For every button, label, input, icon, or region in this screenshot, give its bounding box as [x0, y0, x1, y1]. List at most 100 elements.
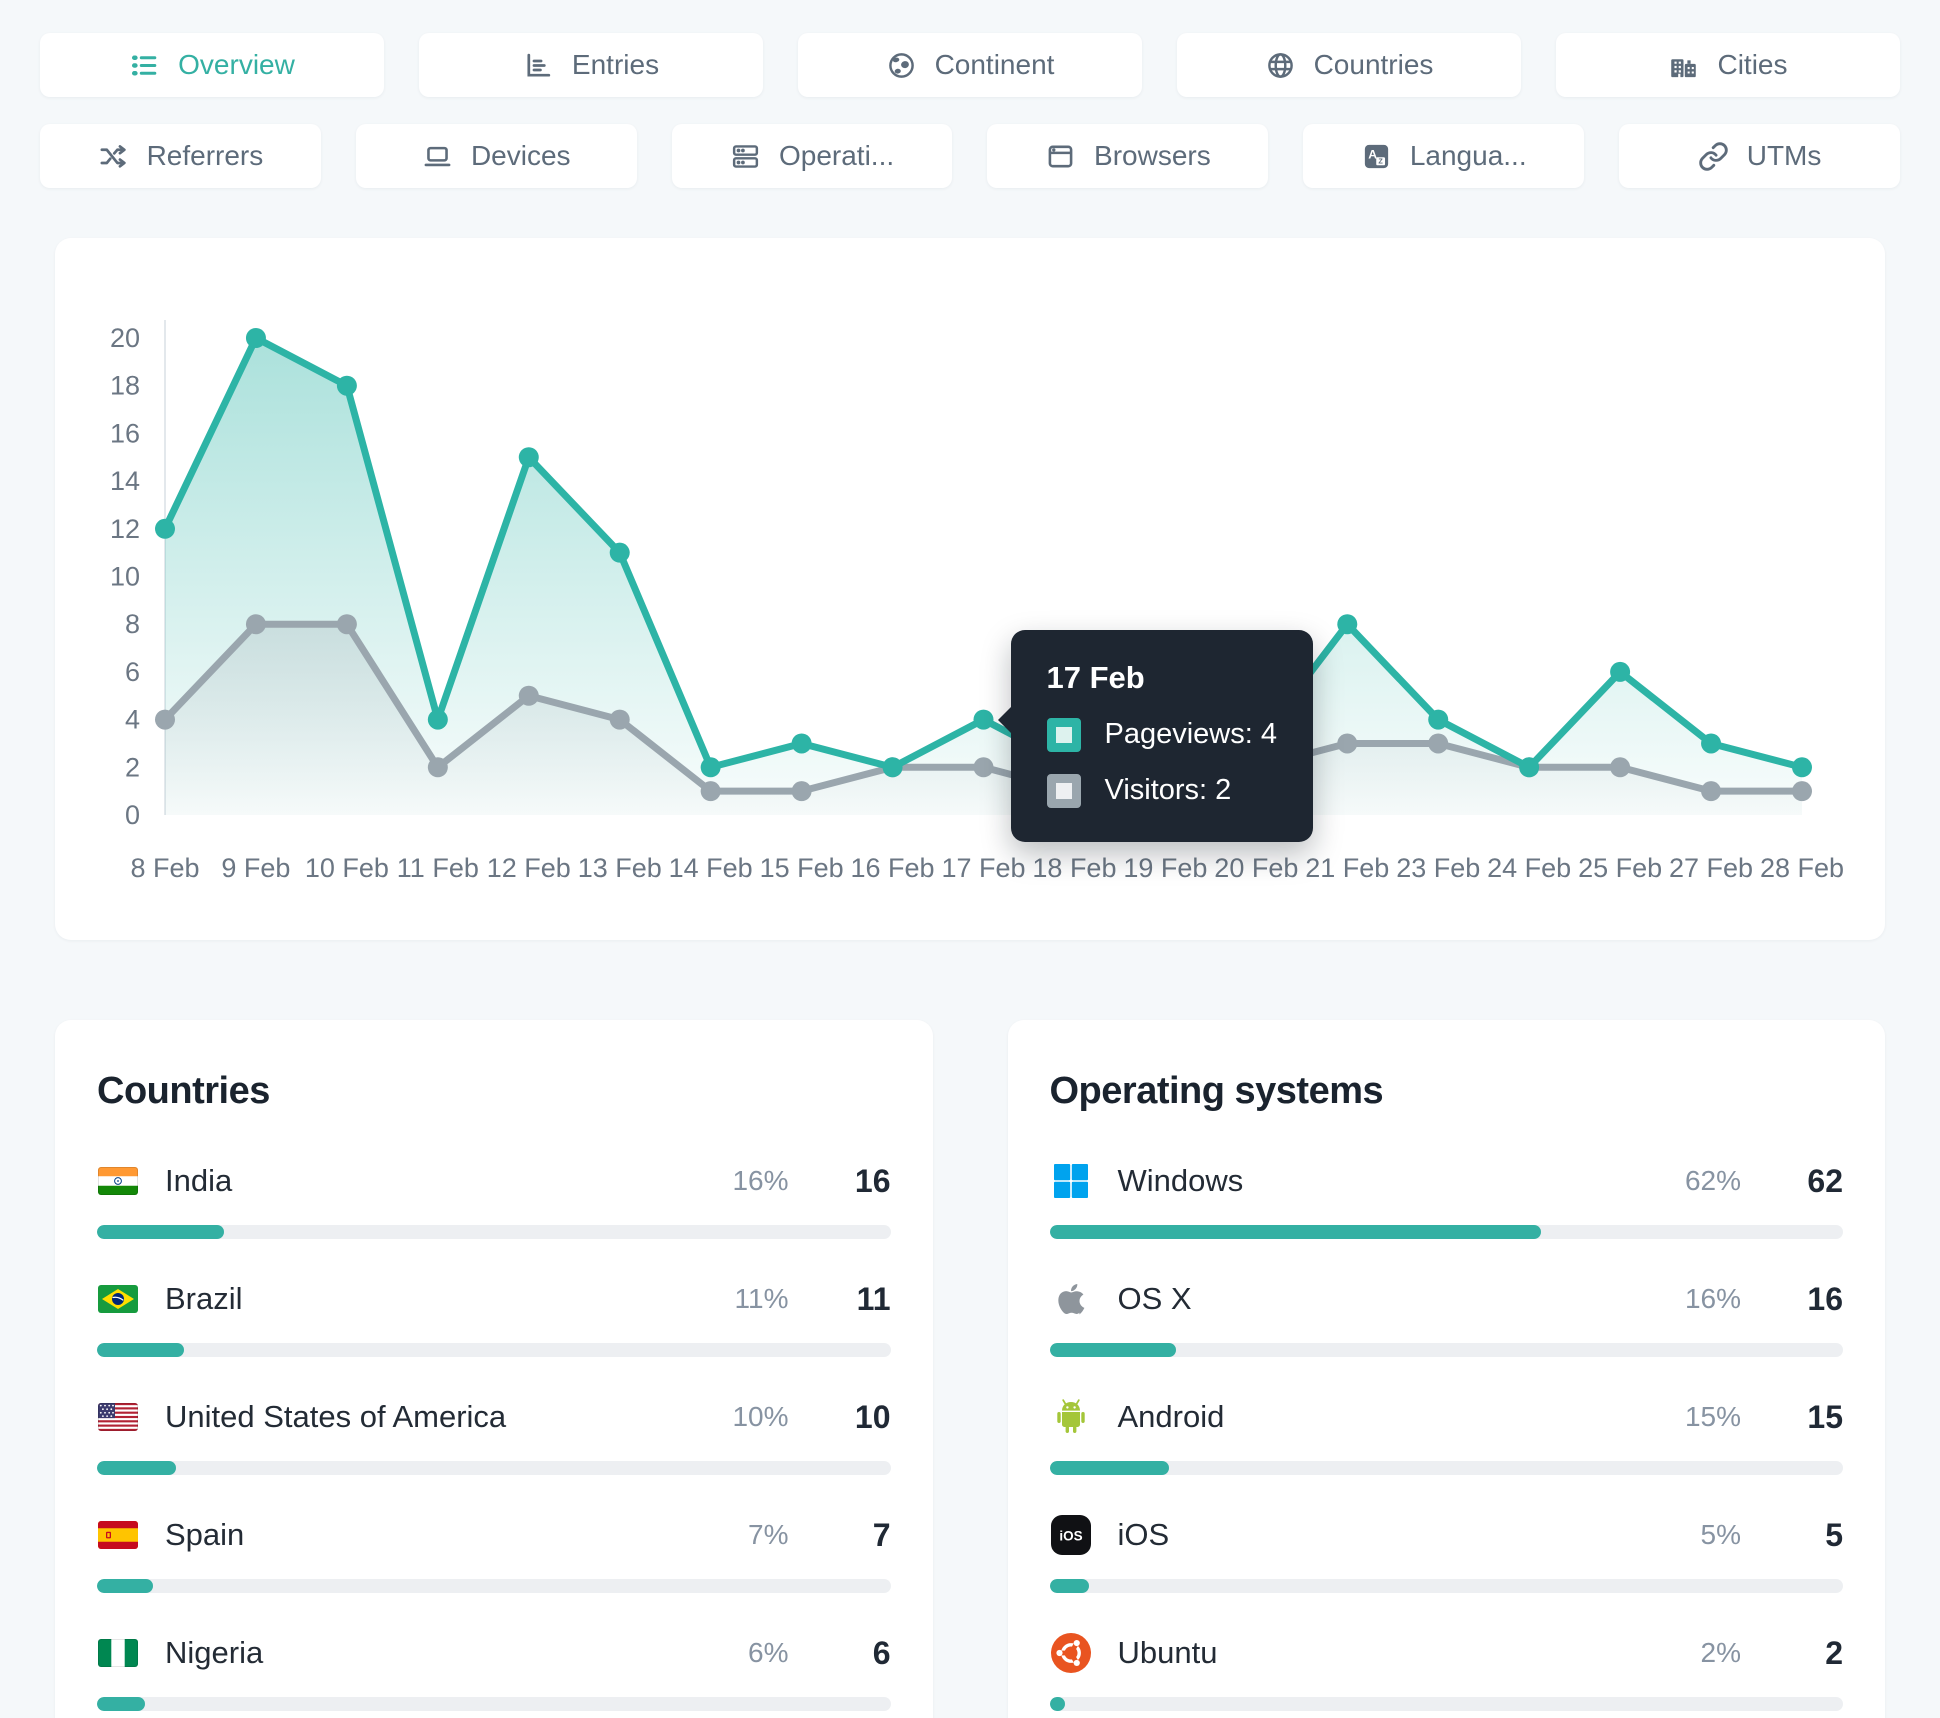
point-pageviews-27-feb[interactable]: [1701, 733, 1722, 754]
list-item-spain[interactable]: Spain 7% 7: [97, 1513, 891, 1593]
list-item-united-states-of-america[interactable]: United States of America 10% 10: [97, 1395, 891, 1475]
bar-chart-icon: [523, 50, 554, 81]
tab-label: UTMs: [1746, 140, 1822, 171]
analytics-dashboard: Overview Entries Continent Countries Cities …: [0, 0, 1940, 1718]
tab-referrers[interactable]: Referrers: [40, 124, 321, 188]
item-percent: 15%: [1684, 1401, 1741, 1432]
point-visitors-11-feb[interactable]: [427, 757, 448, 778]
y-axis-tick: 20: [110, 323, 140, 353]
point-visitors-21-feb[interactable]: [1337, 733, 1358, 754]
x-axis-tick: 27 Feb: [1669, 853, 1753, 883]
point-visitors-8-feb[interactable]: [155, 709, 175, 730]
point-pageviews-12-feb[interactable]: [518, 447, 539, 468]
point-visitors-27-feb[interactable]: [1701, 781, 1722, 802]
point-visitors-25-feb[interactable]: [1610, 757, 1631, 778]
panel-title: Countries: [97, 1070, 270, 1112]
x-axis-tick: 8 Feb: [130, 853, 199, 883]
point-visitors-28-feb[interactable]: [1792, 781, 1812, 802]
point-visitors-9-feb[interactable]: [245, 614, 266, 635]
list-item-nigeria[interactable]: Nigeria 6% 6: [97, 1631, 891, 1711]
list-item-os-x[interactable]: OS X 16% 16: [1049, 1277, 1843, 1357]
tab-browsers[interactable]: Browsers: [987, 124, 1269, 188]
item-label: OS X: [1117, 1281, 1192, 1316]
tab-devices[interactable]: Devices: [355, 124, 637, 188]
tab-utms[interactable]: UTMs: [1619, 124, 1900, 188]
tab-cities[interactable]: Cities: [1556, 33, 1900, 97]
x-axis-tick: 12 Feb: [487, 853, 571, 883]
point-pageviews-10-feb[interactable]: [336, 375, 357, 396]
svg-text:Z: Z: [1378, 156, 1383, 165]
x-axis-tick: 16 Feb: [851, 853, 935, 883]
point-pageviews-17-feb[interactable]: [973, 709, 994, 730]
continent-icon: [886, 50, 917, 81]
x-axis-tick: 18 Feb: [1032, 853, 1116, 883]
tab-label: Devices: [470, 140, 571, 171]
point-pageviews-9-feb[interactable]: [245, 328, 266, 348]
flag-spain: [97, 1514, 139, 1556]
server-icon: [730, 141, 761, 172]
point-visitors-17-feb[interactable]: [973, 757, 994, 778]
list-icon: [129, 50, 160, 81]
panel-title: Operating systems: [1049, 1070, 1384, 1112]
tab-countries[interactable]: Countries: [1177, 33, 1521, 97]
tab-label: Browsers: [1094, 140, 1211, 171]
translate-icon: AZ: [1361, 141, 1392, 172]
list-item-windows[interactable]: Windows 62% 62: [1049, 1159, 1843, 1239]
item-value: 11: [856, 1280, 891, 1317]
windows-icon: [1050, 1160, 1092, 1202]
progress-track: [1049, 1697, 1843, 1711]
y-axis-tick: 16: [110, 418, 140, 448]
chart-plot[interactable]: 0 2 4 6 8 10 12 14 16 18 20 8 Feb 9 Feb 10 Feb 11 Feb 1…: [90, 280, 1850, 930]
progress-track: [1049, 1461, 1843, 1475]
progress-track: [1049, 1225, 1843, 1239]
list-item-android[interactable]: Android 15% 15: [1049, 1395, 1843, 1475]
tab-label: Cities: [1717, 49, 1788, 80]
list-item-brazil[interactable]: Brazil 11% 11: [97, 1277, 891, 1357]
item-percent: 62%: [1684, 1165, 1741, 1196]
point-pageviews-13-feb[interactable]: [609, 542, 630, 563]
list-item-ubuntu[interactable]: Ubuntu 2% 2: [1049, 1631, 1843, 1711]
point-pageviews-11-feb[interactable]: [427, 709, 448, 730]
tab-overview[interactable]: Overview: [40, 33, 384, 97]
point-visitors-15-feb[interactable]: [791, 781, 812, 802]
point-pageviews-23-feb[interactable]: [1428, 709, 1449, 730]
point-visitors-14-feb[interactable]: [700, 781, 721, 802]
tooltip-row-text: Visitors: 2: [1104, 774, 1232, 807]
progress-fill: [1049, 1225, 1542, 1239]
progress-fill: [97, 1579, 153, 1593]
list-item-india[interactable]: India 16% 16: [97, 1159, 891, 1239]
point-visitors-10-feb[interactable]: [336, 614, 357, 635]
link-icon: [1698, 141, 1729, 172]
point-pageviews-15-feb[interactable]: [791, 733, 812, 754]
x-axis-tick: 14 Feb: [669, 853, 753, 883]
tab-continent[interactable]: Continent: [798, 33, 1142, 97]
point-pageviews-8-feb[interactable]: [155, 518, 175, 539]
point-visitors-13-feb[interactable]: [609, 709, 630, 730]
item-value: 7: [872, 1516, 891, 1553]
point-pageviews-21-feb[interactable]: [1337, 614, 1358, 635]
point-pageviews-28-feb[interactable]: [1792, 757, 1812, 778]
tab-label: Countries: [1313, 49, 1434, 80]
point-pageviews-24-feb[interactable]: [1519, 757, 1540, 778]
item-value: 16: [854, 1162, 891, 1199]
item-value: 16: [1807, 1280, 1843, 1317]
tab-operati[interactable]: Operati...: [671, 124, 953, 188]
y-axis-tick: 14: [110, 466, 140, 496]
item-percent: 16%: [732, 1165, 789, 1196]
point-pageviews-16-feb[interactable]: [882, 757, 903, 778]
item-label: Windows: [1117, 1163, 1244, 1198]
point-pageviews-25-feb[interactable]: [1610, 661, 1631, 682]
tab-langua[interactable]: A Z Langua...: [1303, 124, 1585, 188]
y-axis-tick: 0: [125, 800, 140, 830]
progress-fill: [1049, 1343, 1177, 1357]
x-axis-tick: 10 Feb: [305, 853, 389, 883]
point-visitors-12-feb[interactable]: [518, 685, 539, 706]
point-pageviews-14-feb[interactable]: [700, 757, 721, 778]
tooltip-row-visitors: Visitors: 2: [1046, 773, 1278, 808]
point-visitors-23-feb[interactable]: [1428, 733, 1449, 754]
list-item-ios[interactable]: iOS iOS 5% 5: [1049, 1513, 1843, 1593]
item-label: Ubuntu: [1117, 1635, 1218, 1670]
panel-operating-systems: Operating systems Windows 62% 62 OS X 16% 16 An…: [1007, 1020, 1885, 1718]
city-icon: [1668, 50, 1699, 81]
tab-entries[interactable]: Entries: [419, 33, 763, 97]
